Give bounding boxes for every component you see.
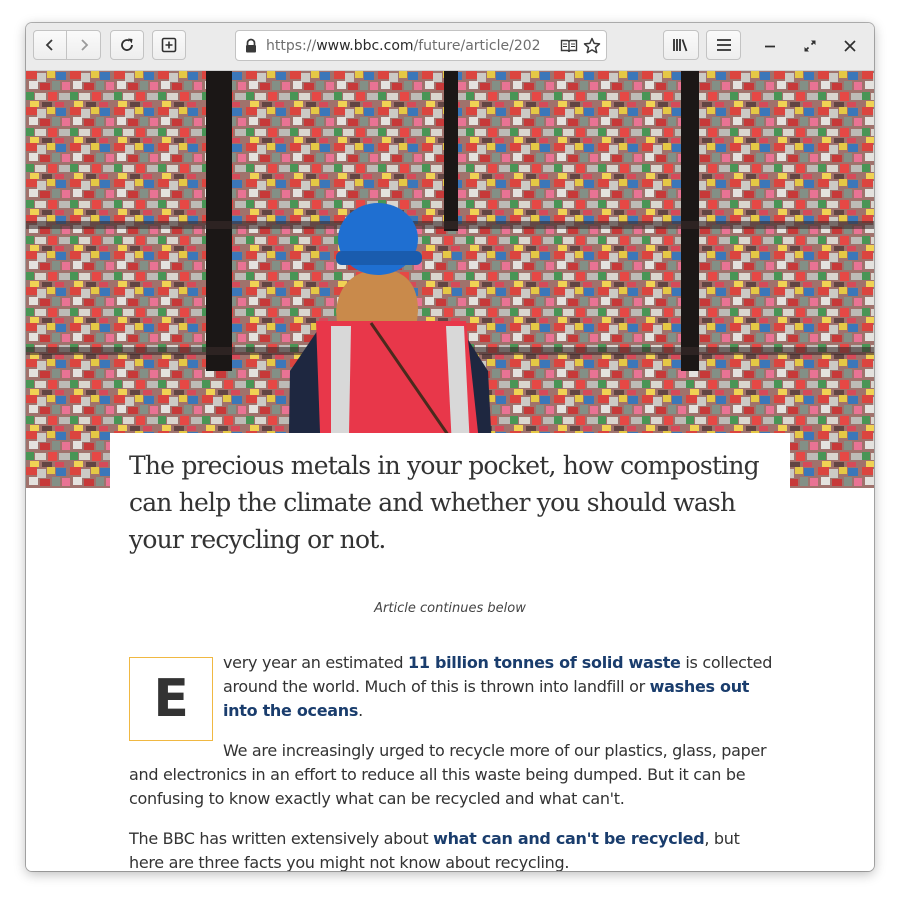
maximize-icon: [804, 40, 816, 52]
link-recycling-guide[interactable]: what can and can't be recycled: [433, 829, 705, 848]
p1-text-1: very year an estimated: [223, 653, 409, 672]
article-continues-note: Article continues below: [374, 601, 526, 616]
back-icon: [45, 39, 53, 51]
hero-image-recycled-cans: [26, 71, 874, 488]
browser-window: https://www.bbc.com/future/article/202 T…: [26, 23, 874, 871]
url-path: /future/article/202: [413, 38, 541, 54]
app-menu-button[interactable]: [706, 30, 741, 60]
paragraph-1: Every year an estimated 11 billion tonne…: [129, 651, 779, 741]
hamburger-menu-icon: [716, 39, 731, 51]
address-bar[interactable]: https://www.bbc.com/future/article/202: [235, 30, 607, 61]
p1-text-3: .: [358, 701, 363, 720]
drop-cap: E: [129, 657, 213, 741]
headline-card: The precious metals in your pocket, how …: [110, 433, 790, 573]
url-scheme: https://: [266, 38, 317, 54]
paragraph-3: The BBC has written extensively about wh…: [129, 827, 779, 871]
reload-icon: [121, 38, 133, 51]
paragraph-2: We are increasingly urged to recycle mor…: [129, 741, 767, 808]
article-body: Every year an estimated 11 billion tonne…: [129, 651, 779, 871]
library-button[interactable]: [663, 30, 699, 60]
minimize-button[interactable]: [761, 37, 779, 55]
forward-icon: [80, 39, 88, 51]
star-icon[interactable]: [583, 37, 601, 55]
article-headline: The precious metals in your pocket, how …: [129, 451, 760, 554]
close-icon: [844, 40, 856, 52]
url-host: www.bbc.com: [316, 38, 414, 54]
link-solid-waste[interactable]: 11 billion tonnes of solid waste: [408, 653, 681, 672]
p3-text-1: The BBC has written extensively about: [129, 829, 434, 848]
reader-view-icon[interactable]: [560, 38, 578, 54]
browser-toolbar: https://www.bbc.com/future/article/202: [26, 23, 874, 71]
url-text[interactable]: https://www.bbc.com/future/article/202: [266, 38, 548, 54]
reload-button[interactable]: [110, 30, 144, 60]
library-icon: [673, 39, 688, 52]
page-content: The precious metals in your pocket, how …: [26, 71, 874, 871]
close-window-button[interactable]: [841, 37, 859, 55]
maximize-button[interactable]: [801, 37, 819, 55]
new-tab-button[interactable]: [152, 30, 186, 60]
back-button[interactable]: [33, 30, 67, 60]
forward-button[interactable]: [66, 30, 101, 60]
lock-icon: [246, 38, 256, 53]
hero-image: [26, 71, 874, 488]
minimize-icon: [765, 45, 775, 48]
new-tab-icon: [161, 37, 177, 53]
